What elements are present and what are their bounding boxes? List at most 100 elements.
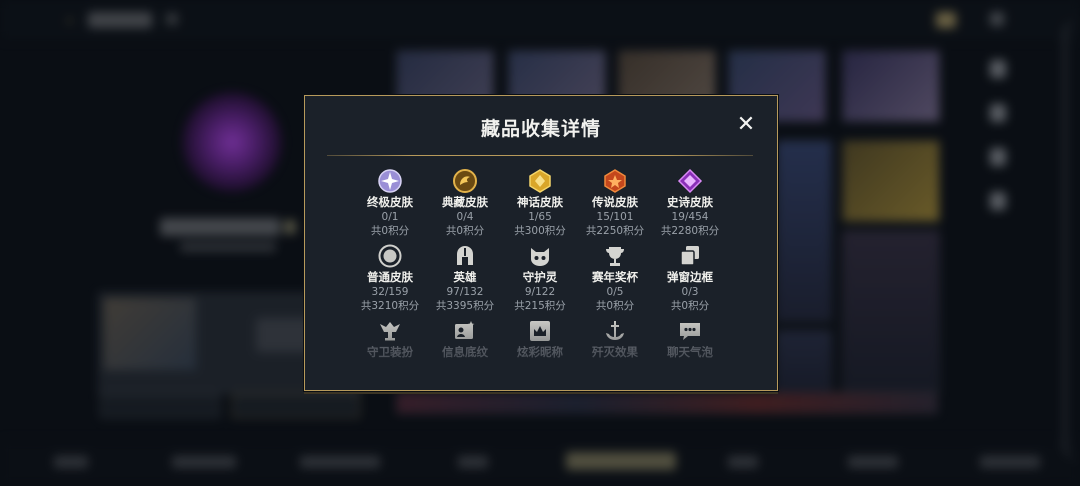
collection-item-hero[interactable]: 英雄 97/132 共3395积分 <box>427 243 503 313</box>
collection-skin-icon <box>452 168 478 194</box>
player-name <box>160 218 280 236</box>
chat-bubble-icon <box>677 318 703 344</box>
skin-tile[interactable] <box>842 50 940 122</box>
item-points: 共3395积分 <box>435 300 495 312</box>
top-bar <box>0 0 1080 40</box>
bottom-nav-item[interactable] <box>728 456 758 468</box>
item-name: 神话皮肤 <box>517 195 563 209</box>
bottom-nav-item[interactable] <box>300 456 380 468</box>
collection-item-season-trophy[interactable]: 赛年奖杯 0/5 共0积分 <box>577 243 653 313</box>
game-screen: ‹ 藏品收集详情 ✕ 终极皮肤 0/1 共0积分 典藏皮肤 0/4 共0积分 神… <box>0 0 1080 486</box>
ultimate-skin-icon <box>377 168 403 194</box>
item-name: 弹窗边框 <box>667 270 713 284</box>
epic-skin-icon <box>677 168 703 194</box>
skin-tile[interactable] <box>842 140 940 222</box>
item-points: 共2250积分 <box>585 225 645 237</box>
skin-tile[interactable] <box>776 140 832 322</box>
collection-item-info-card[interactable]: 信息底纹 <box>427 318 503 360</box>
skin-tile-row[interactable] <box>396 392 938 414</box>
hero-helmet-icon <box>452 243 478 269</box>
item-name: 信息底纹 <box>442 345 488 359</box>
right-action-button[interactable] <box>232 394 360 418</box>
bottom-nav-item[interactable] <box>172 456 236 468</box>
collection-item-legend-skin[interactable]: 传说皮肤 15/101 共2250积分 <box>577 168 653 238</box>
collection-item-epic-skin[interactable]: 史诗皮肤 19/454 共2280积分 <box>652 168 728 238</box>
item-points: 共2280积分 <box>660 225 720 237</box>
item-points: 共0积分 <box>595 300 635 312</box>
player-tag-icon <box>284 220 296 234</box>
item-count: 19/454 <box>671 211 709 223</box>
item-name: 赛年奖杯 <box>592 270 638 284</box>
screen-edge <box>1064 20 1080 460</box>
item-name: 歼灭效果 <box>592 345 638 359</box>
item-name: 炫彩昵称 <box>517 345 563 359</box>
side-menu-icon[interactable] <box>990 192 1006 210</box>
collection-item-guard-outfit[interactable]: 守卫装扮 <box>352 318 428 360</box>
left-action-button[interactable] <box>100 394 220 418</box>
item-points: 共0积分 <box>370 225 410 237</box>
item-name: 典藏皮肤 <box>442 195 488 209</box>
bottom-nav-item[interactable] <box>54 456 88 468</box>
item-name: 普通皮肤 <box>367 270 413 284</box>
collection-item-normal-skin[interactable]: 普通皮肤 32/159 共3210积分 <box>352 243 428 313</box>
collection-item-collection-skin[interactable]: 典藏皮肤 0/4 共0积分 <box>427 168 503 238</box>
modal-title: 藏品收集详情 <box>480 118 601 140</box>
collection-item-ultimate-skin[interactable]: 终极皮肤 0/1 共0积分 <box>352 168 428 238</box>
bottom-nav-item[interactable] <box>980 456 1040 468</box>
settings-icon[interactable] <box>990 12 1004 26</box>
player-emblem <box>182 92 282 192</box>
item-count: 97/132 <box>446 286 484 298</box>
item-points: 共3210积分 <box>360 300 420 312</box>
colorful-title-icon <box>527 318 553 344</box>
item-count: 15/101 <box>596 211 634 223</box>
side-menu-icon[interactable] <box>990 60 1006 78</box>
item-count: 1/65 <box>528 211 552 223</box>
item-points: 共0积分 <box>445 225 485 237</box>
anchor-effect-icon <box>602 318 628 344</box>
player-subtitle <box>180 242 276 252</box>
currency-icon[interactable] <box>936 12 956 28</box>
item-count: 9/122 <box>524 286 556 298</box>
side-menu-icon[interactable] <box>990 148 1006 166</box>
featured-card-image <box>104 298 196 370</box>
top-bar-badge <box>166 13 178 25</box>
close-icon[interactable]: ✕ <box>735 114 757 136</box>
title-divider <box>327 155 753 156</box>
bottom-nav-item-active[interactable] <box>566 452 676 470</box>
item-count: 32/159 <box>371 286 409 298</box>
collection-item-popup-frame[interactable]: 弹窗边框 0/3 共0积分 <box>652 243 728 313</box>
item-count: 0/5 <box>606 286 624 298</box>
item-name: 终极皮肤 <box>367 195 413 209</box>
item-count: 0/3 <box>681 286 699 298</box>
guard-outfit-icon <box>377 318 403 344</box>
trophy-icon <box>602 243 628 269</box>
bottom-nav-item[interactable] <box>848 456 898 468</box>
myth-skin-icon <box>527 168 553 194</box>
collection-item-colorful-title[interactable]: 炫彩昵称 <box>502 318 578 360</box>
collection-details-modal: 藏品收集详情 ✕ 终极皮肤 0/1 共0积分 典藏皮肤 0/4 共0积分 神话皮… <box>304 95 778 391</box>
legend-skin-icon <box>602 168 628 194</box>
skin-tile[interactable] <box>842 230 940 392</box>
info-card-icon <box>452 318 478 344</box>
normal-skin-icon <box>377 243 403 269</box>
item-name: 史诗皮肤 <box>667 195 713 209</box>
bottom-nav-item[interactable] <box>458 456 488 468</box>
guardian-spirit-icon <box>527 243 553 269</box>
item-points: 共0积分 <box>670 300 710 312</box>
item-name: 守卫装扮 <box>367 345 413 359</box>
popup-frame-icon <box>677 243 703 269</box>
back-arrow-icon[interactable]: ‹ <box>66 10 73 31</box>
item-points: 共300积分 <box>514 225 566 237</box>
collection-item-annihilation-effect[interactable]: 歼灭效果 <box>577 318 653 360</box>
collection-item-myth-skin[interactable]: 神话皮肤 1/65 共300积分 <box>502 168 578 238</box>
item-name: 聊天气泡 <box>667 345 713 359</box>
collection-item-chat-bubble[interactable]: 聊天气泡 <box>652 318 728 360</box>
bottom-nav <box>0 440 1080 486</box>
side-menu-icon[interactable] <box>990 104 1006 122</box>
item-count: 0/1 <box>381 211 399 223</box>
collection-item-guardian-spirit[interactable]: 守护灵 9/122 共215积分 <box>502 243 578 313</box>
item-points: 共215积分 <box>514 300 566 312</box>
item-name: 传说皮肤 <box>592 195 638 209</box>
item-count: 0/4 <box>456 211 474 223</box>
top-bar-title <box>88 12 152 28</box>
